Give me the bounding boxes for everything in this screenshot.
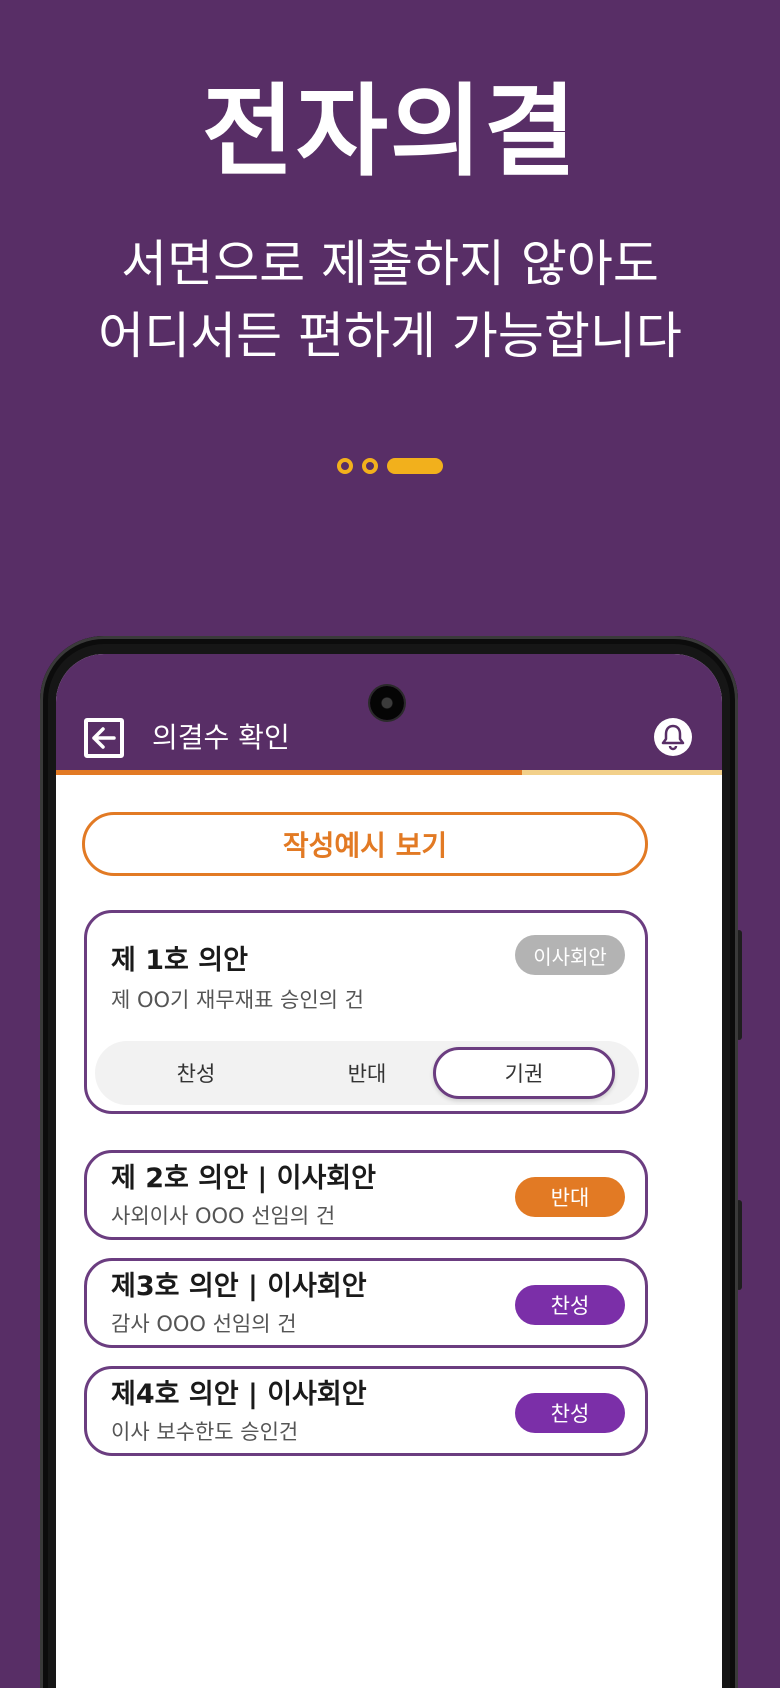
camera-icon [370,686,404,720]
agenda-card[interactable]: 제3호 의안 | 이사회안 감사 OOO 선임의 건 찬성 [84,1258,648,1348]
status-badge: 찬성 [515,1393,625,1433]
phone-mockup: 의결수 확인 작성예시 보기 제 1호 의안 제 OO기 재무재표 승인의 건 … [40,636,738,1688]
agenda-title: 제4호 의안 | 이사회안 [111,1379,367,1410]
agenda-card[interactable]: 제4호 의안 | 이사회안 이사 보수한도 승인건 찬성 [84,1366,648,1456]
view-example-button[interactable]: 작성예시 보기 [82,812,648,876]
vote-option-abstain[interactable]: 기권 [433,1047,615,1099]
hero-subtitle-line1: 서면으로 제출하지 않아도 [121,235,659,293]
app-header: 의결수 확인 [56,654,722,775]
agenda-card[interactable]: 제 2호 의안 | 이사회안 사외이사 OOO 선임의 건 반대 [84,1150,648,1240]
progress-bar [56,770,722,775]
agenda-description: 사외이사 OOO 선임의 건 [111,1204,336,1228]
vote-option-approve[interactable]: 찬성 [105,1047,287,1099]
vote-selector: 찬성 반대 기권 [95,1041,639,1105]
vote-option-oppose[interactable]: 반대 [277,1047,457,1099]
hero-subtitle: 서면으로 제출하지 않아도 어디서든 편하게 가능합니다 [0,228,780,372]
agenda-description: 감사 OOO 선임의 건 [111,1312,297,1336]
agenda-title: 제 1호 의안 [111,945,248,976]
agenda-type-tag: 이사회안 [515,935,625,975]
agenda-title: 제3호 의안 | 이사회안 [111,1271,367,1302]
header-title: 의결수 확인 [152,721,290,754]
agenda-description: 제 OO기 재무재표 승인의 건 [111,988,364,1012]
back-arrow-icon[interactable] [84,718,124,758]
progress-fill [56,770,523,775]
page-dot[interactable] [337,458,353,474]
agenda-description: 이사 보수한도 승인건 [111,1420,299,1444]
page-dot-active[interactable] [387,458,443,474]
hero-title: 전자의결 [202,73,578,190]
agenda-card-expanded[interactable]: 제 1호 의안 제 OO기 재무재표 승인의 건 이사회안 찬성 반대 기권 [84,910,648,1114]
hero-subtitle-line2: 어디서든 편하게 가능합니다 [98,307,682,365]
status-badge: 찬성 [515,1285,625,1325]
page-dot[interactable] [362,458,378,474]
status-badge: 반대 [515,1177,625,1217]
page-indicator [0,458,780,474]
agenda-title: 제 2호 의안 | 이사회안 [111,1163,376,1194]
bell-icon[interactable] [654,718,692,756]
phone-screen: 의결수 확인 작성예시 보기 제 1호 의안 제 OO기 재무재표 승인의 건 … [56,654,722,1688]
